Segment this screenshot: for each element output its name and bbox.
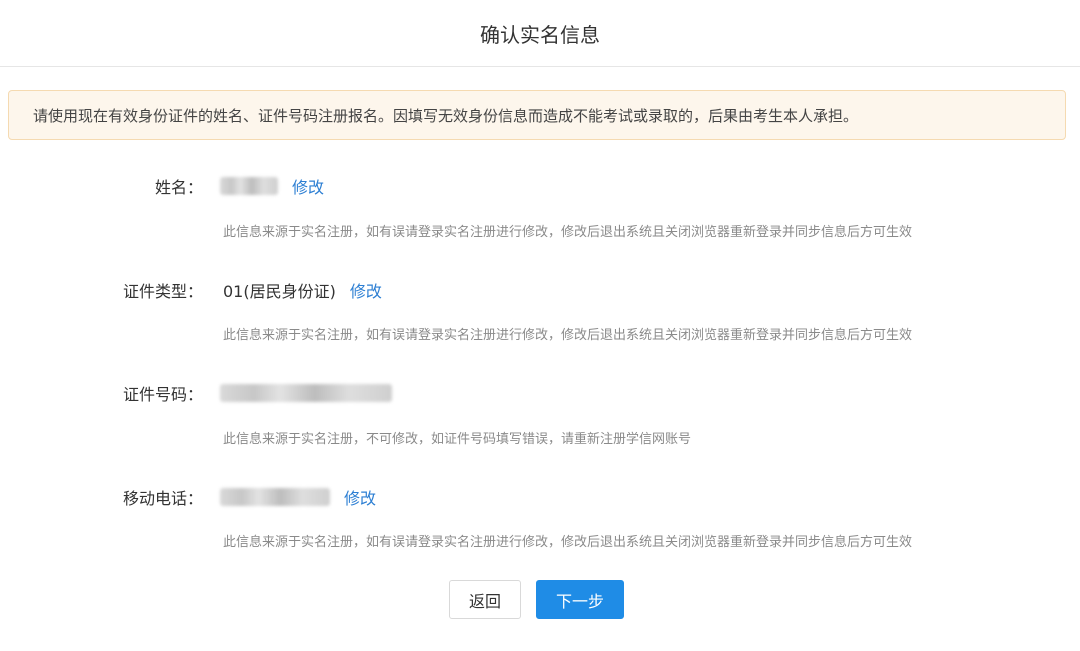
mobile-value-area: 修改 [220,485,376,509]
mobile-value-redacted [220,488,330,506]
id-number-label: 证件号码： [122,385,203,404]
edit-mobile-link[interactable]: 修改 [344,485,376,509]
id-type-hint: 此信息来源于实名注册，如有误请登录实名注册进行修改，修改后退出系统且关闭浏览器重… [223,328,913,343]
back-button[interactable]: 返回 [449,580,521,619]
field-row-id-number: 证件号码： [0,378,1080,408]
field-row-id-type: 证件类型： 01(居民身份证) 修改 [0,275,1080,305]
field-row-name: 姓名： 修改 [0,171,1080,201]
mobile-hint: 此信息来源于实名注册，如有误请登录实名注册进行修改，修改后退出系统且关闭浏览器重… [223,535,913,550]
edit-name-link[interactable]: 修改 [292,174,324,198]
next-step-button[interactable]: 下一步 [536,580,624,619]
notice-text: 请使用现在有效身份证件的姓名、证件号码注册报名。因填写无效身份信息而造成不能考试… [33,106,859,125]
id-number-value-area [220,384,392,402]
name-value-area: 修改 [220,174,324,198]
id-type-label: 证件类型： [122,282,203,301]
name-value-redacted [220,177,278,195]
mobile-label: 移动电话： [122,489,203,508]
notice-banner: 请使用现在有效身份证件的姓名、证件号码注册报名。因填写无效身份信息而造成不能考试… [8,90,1066,140]
name-label: 姓名： [154,178,203,197]
edit-id-type-link[interactable]: 修改 [350,278,382,302]
id-type-value: 01(居民身份证) [223,282,336,301]
field-row-mobile: 移动电话： 修改 [0,482,1080,512]
page-header: 确认实名信息 [0,0,1080,67]
name-hint: 此信息来源于实名注册，如有误请登录实名注册进行修改，修改后退出系统且关闭浏览器重… [223,225,913,240]
id-number-hint: 此信息来源于实名注册，不可修改，如证件号码填写错误，请重新注册学信网账号 [223,432,692,447]
id-number-value-redacted [220,384,392,402]
page-title: 确认实名信息 [480,22,600,47]
id-type-value-area: 01(居民身份证) 修改 [223,278,382,302]
page: 确认实名信息 请使用现在有效身份证件的姓名、证件号码注册报名。因填写无效身份信息… [0,0,1080,651]
